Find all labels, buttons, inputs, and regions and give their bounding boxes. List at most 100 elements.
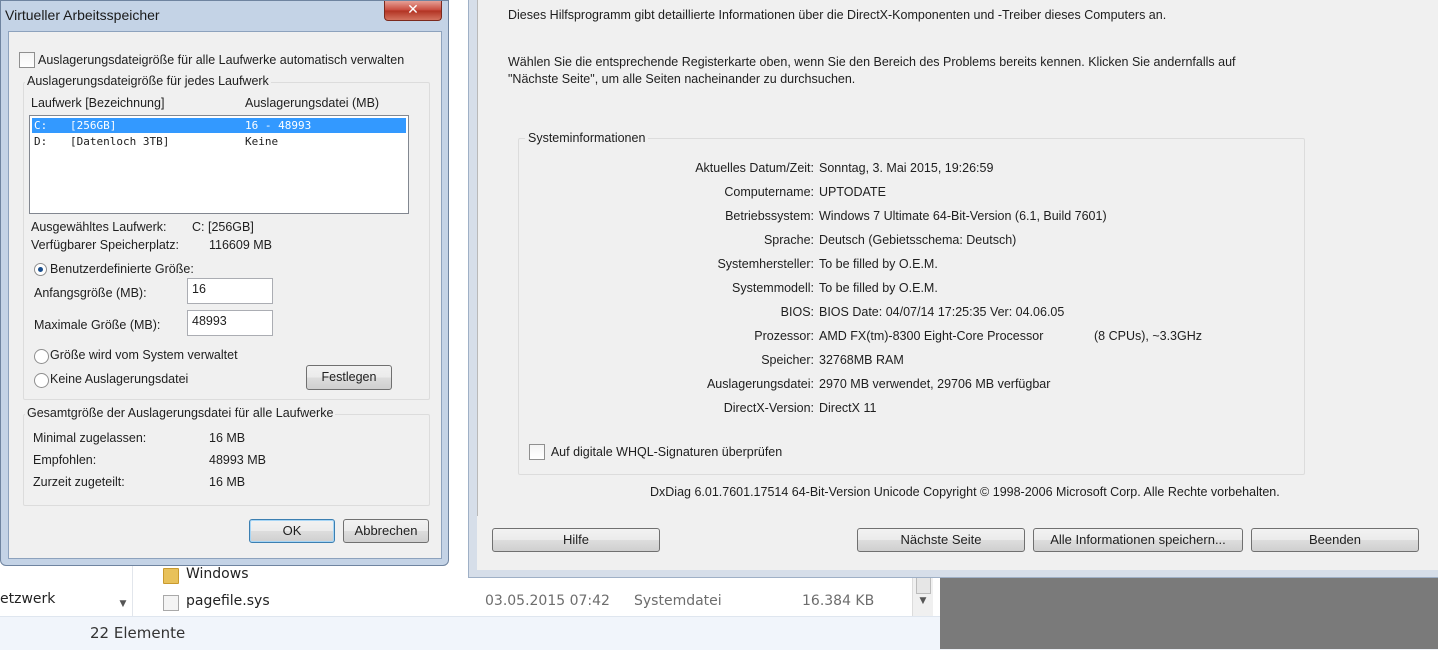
nav-scroll-down-icon[interactable]: ▼ [116,594,130,614]
status-bar: 22 Elemente [0,616,940,650]
whql-checkbox-label[interactable]: Auf digitale WHQL-Signaturen überprüfen [551,445,782,459]
cancel-button[interactable]: Abbrechen [343,519,429,543]
file-name: pagefile.sys [186,593,270,609]
group-title: Auslagerungsdateigröße für jedes Laufwer… [25,74,271,88]
scroll-down-icon[interactable]: ▼ [913,596,933,606]
no-pagefile-radio[interactable] [34,373,49,388]
info-value: Sonntag, 3. Mai 2015, 19:26:59 [819,161,994,175]
close-icon[interactable]: ✕ [384,1,442,21]
drive-row-c[interactable]: C: [256GB] 16 - 48993 [32,118,406,133]
file-date: 03.05.2015 07:42 [485,593,610,609]
info-row-pagefile: Auslagerungsdatei: 2970 MB verwendet, 29… [519,377,1304,395]
next-page-button[interactable]: Nächste Seite [857,528,1025,552]
auto-manage-label[interactable]: Auslagerungsdateigröße für alle Laufwerk… [38,53,404,67]
drive-letter: D: [34,135,48,148]
info-value: BIOS Date: 04/07/14 17:25:35 Ver: 04.06.… [819,305,1065,319]
info-value: To be filled by O.E.M. [819,257,938,271]
dxdiag-window: Dieses Hilfsprogramm gibt detaillierte I… [468,0,1438,578]
selected-drive-value: C: [256GB] [192,220,254,234]
group-title: Gesamtgröße der Auslagerungsdatei für al… [25,406,336,420]
file-row-pagefile[interactable]: pagefile.sys 03.05.2015 07:42 Systemdate… [160,590,905,614]
set-button[interactable]: Festlegen [306,365,392,390]
info-label: Speicher: [761,353,814,367]
info-row-memory: Speicher: 32768MB RAM [519,353,1304,371]
initial-size-label: Anfangsgröße (MB): [34,286,147,300]
auto-manage-checkbox[interactable] [19,52,35,68]
system-information-group: Systeminformationen Aktuelles Datum/Zeit… [518,131,1305,475]
whql-checkbox[interactable] [529,444,545,460]
drive-letter: C: [34,119,48,132]
min-allowed-value: 16 MB [209,431,246,445]
info-label: Auslagerungsdatei: [706,377,814,391]
exit-button[interactable]: Beenden [1251,528,1419,552]
group-title: Systeminformationen [525,131,649,145]
drive-list[interactable]: C: [256GB] 16 - 48993 D: [Datenloch 3TB]… [29,115,409,214]
max-size-input[interactable]: 48993 [187,310,273,336]
info-label: Computername: [724,185,814,199]
instruction-text-line1: Wählen Sie die entsprechende Registerkar… [508,55,1236,69]
whql-checkbox-row[interactable]: Auf digitale WHQL-Signaturen überprüfen [529,444,782,460]
info-label: Systemmodell: [732,281,814,295]
system-file-icon [163,595,179,611]
help-button[interactable]: Hilfe [492,528,660,552]
nav-item-network[interactable]: etzwerk [0,591,55,607]
info-row-manufacturer: Systemhersteller: To be filled by O.E.M. [519,257,1304,275]
info-row-language: Sprache: Deutsch (Gebietsschema: Deutsch… [519,233,1304,251]
info-row-os: Betriebssystem: Windows 7 Ultimate 64-Bi… [519,209,1304,227]
selected-drive-label: Ausgewähltes Laufwerk: [31,220,167,234]
info-label: Sprache: [763,233,814,247]
dxdiag-button-bar: Hilfe Nächste Seite Alle Informationen s… [477,516,1438,570]
currently-allocated-value: 16 MB [209,475,246,489]
info-row-computername: Computername: UPTODATE [519,185,1304,203]
column-header-pagefile: Auslagerungsdatei (MB) [245,96,380,110]
ok-button[interactable]: OK [249,519,335,543]
info-value-cpu-count: (8 CPUs), ~3.3GHz [1094,329,1203,343]
column-header-drive: Laufwerk [Bezeichnung] [31,96,165,110]
info-value: Windows 7 Ultimate 64-Bit-Version (6.1, … [819,209,1107,223]
virtual-memory-dialog: Virtueller Arbeitsspeicher ✕ Auslagerung… [0,0,449,566]
info-row-processor: Prozessor: AMD FX(tm)-8300 Eight-Core Pr… [519,329,1304,347]
instruction-text-line2: "Nächste Seite", um alle Seiten nacheina… [508,72,856,86]
save-all-info-button[interactable]: Alle Informationen speichern... [1033,528,1243,552]
info-label: Systemhersteller: [717,257,814,271]
info-label: Betriebssystem: [725,209,814,223]
info-value: To be filled by O.E.M. [819,281,938,295]
info-value: 32768MB RAM [819,353,904,367]
drive-row-d[interactable]: D: [Datenloch 3TB] Keine [32,134,406,149]
copyright-text: DxDiag 6.01.7601.17514 64-Bit-Version Un… [650,485,1280,499]
max-size-label: Maximale Größe (MB): [34,318,161,332]
drive-label: [256GB] [70,119,117,132]
currently-allocated-label: Zurzeit zugeteilt: [33,475,125,489]
file-size: 16.384 KB [802,593,875,609]
system-managed-radio[interactable] [34,349,49,364]
desktop-background [940,578,1438,649]
info-value: UPTODATE [819,185,886,199]
info-value: Deutsch (Gebietsschema: Deutsch) [819,233,1017,247]
info-value: 2970 MB verwendet, 29706 MB verfügbar [819,377,1051,391]
custom-size-label[interactable]: Benutzerdefinierte Größe: [50,262,194,276]
free-space-value: 116609 MB [209,238,273,252]
item-count: 22 Elemente [90,624,186,642]
system-managed-label[interactable]: Größe wird vom System verwaltet [50,348,238,362]
per-drive-group: Auslagerungsdateigröße für jedes Laufwer… [23,74,430,400]
initial-size-input[interactable]: 16 [187,278,273,304]
recommended-label: Empfohlen: [33,453,97,467]
free-space-label: Verfügbarer Speicherplatz: [31,238,180,252]
info-label: DirectX-Version: [723,401,814,415]
file-type: Systemdatei [634,593,722,609]
recommended-value: 48993 MB [209,453,266,467]
info-label: BIOS: [780,305,814,319]
folder-icon [163,568,179,584]
info-row-datetime: Aktuelles Datum/Zeit: Sonntag, 3. Mai 20… [519,161,1304,179]
dialog-title: Virtueller Arbeitsspeicher [5,7,160,23]
no-pagefile-label[interactable]: Keine Auslagerungsdatei [50,372,188,386]
info-row-directx: DirectX-Version: DirectX 11 [519,401,1304,419]
info-label: Aktuelles Datum/Zeit: [695,161,814,175]
drive-pagefile-size: 16 - 48993 [245,119,312,132]
total-size-group: Gesamtgröße der Auslagerungsdatei für al… [23,406,430,506]
file-name: Windows [186,566,249,582]
drive-pagefile-size: Keine [245,135,279,148]
min-allowed-label: Minimal zugelassen: [33,431,147,445]
navigation-pane [0,560,133,616]
custom-size-radio[interactable] [34,263,47,276]
